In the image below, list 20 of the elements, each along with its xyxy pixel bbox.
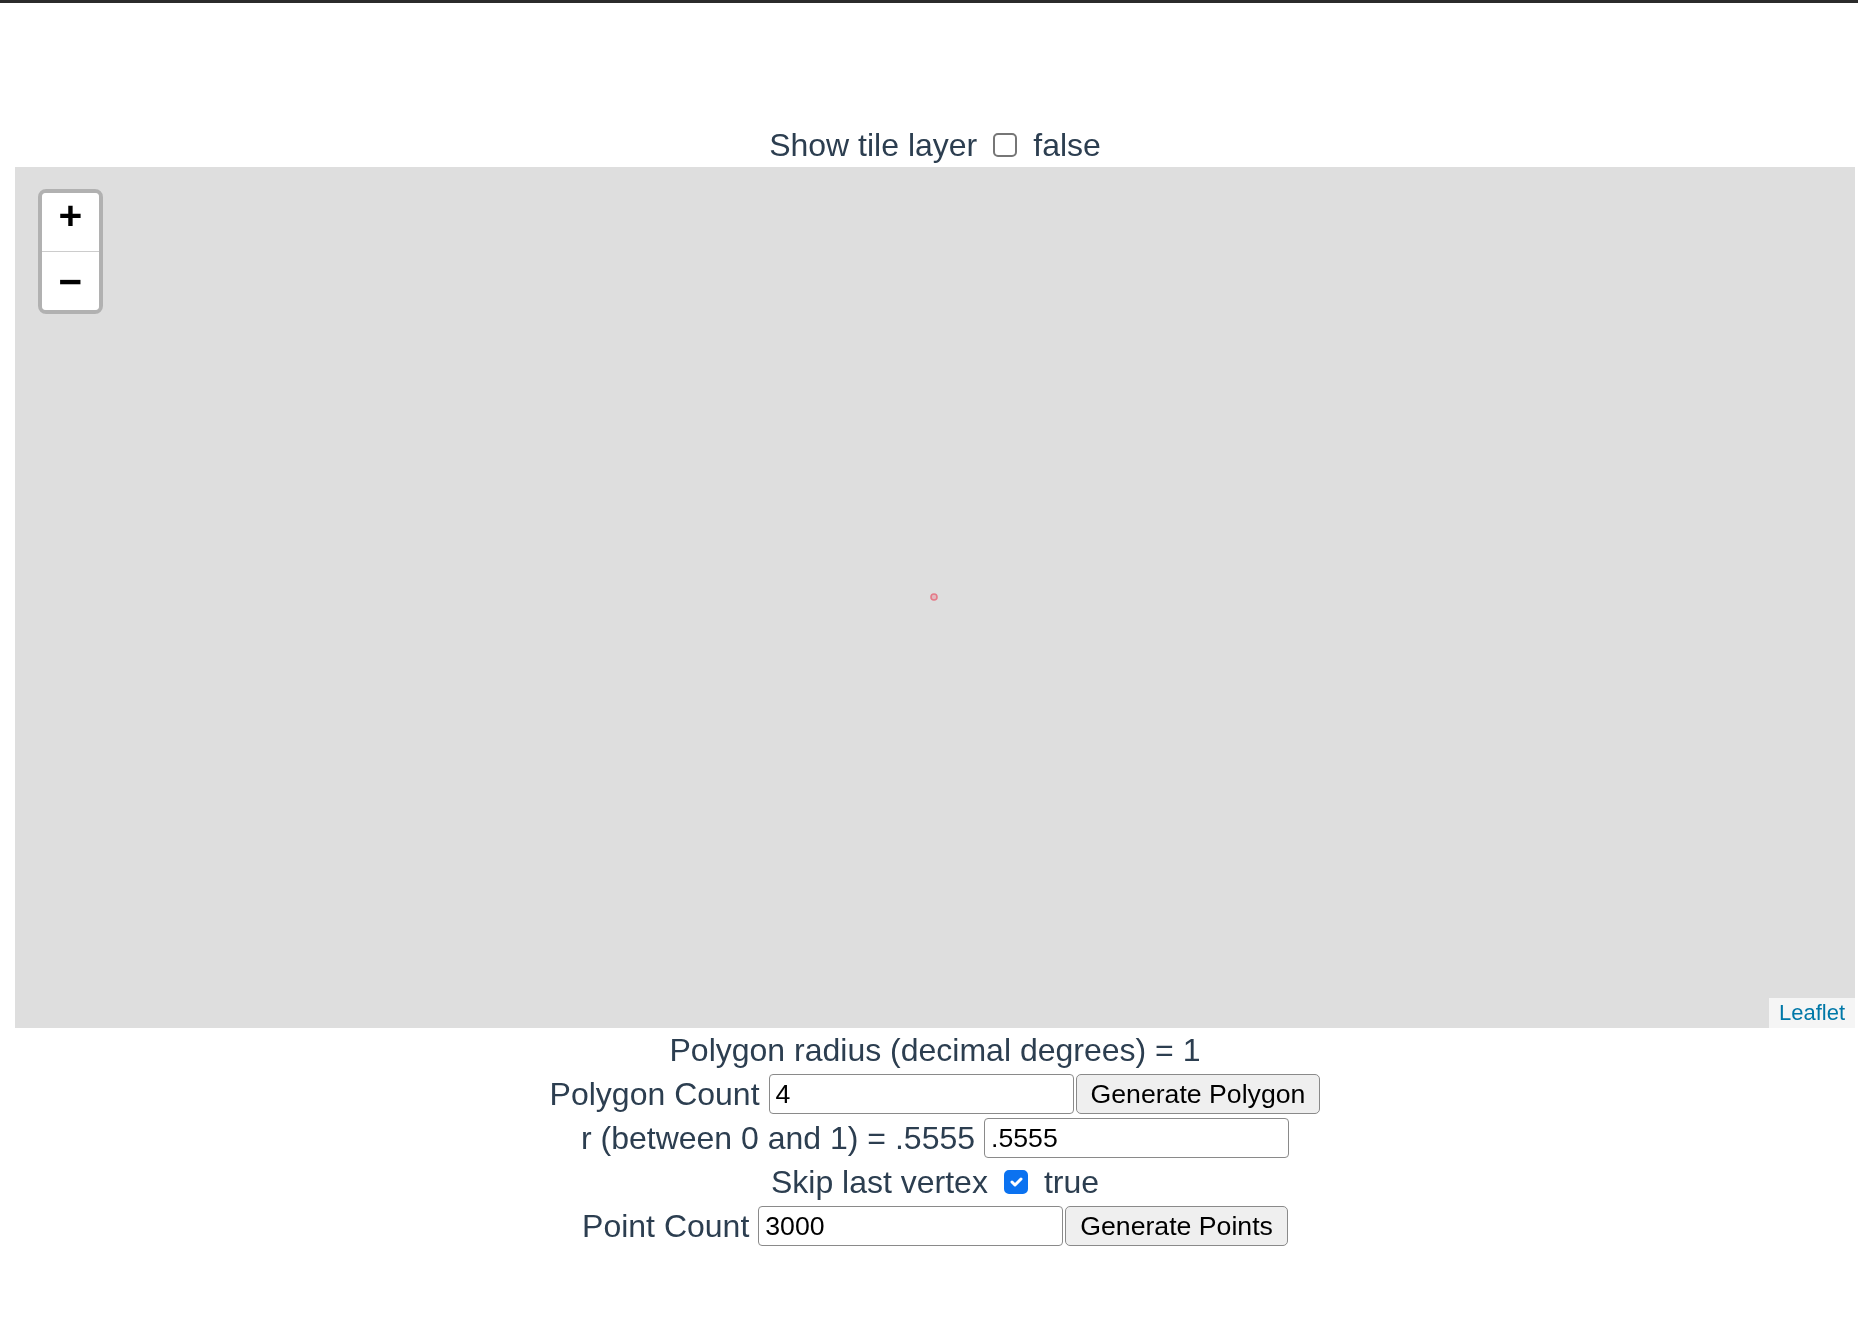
input-label: Point Count [582, 1207, 750, 1246]
checkbox-label: Skip last vertex [770, 1163, 988, 1202]
info-text: Polygon radius (decimal degrees) = 1 [669, 1031, 1201, 1070]
zoom-in-button[interactable]: + [42, 193, 99, 252]
map-canvas[interactable]: + − Leaflet [15, 167, 1855, 1028]
input-label: r (between 0 and 1) = .5555 [580, 1119, 975, 1158]
checkbox[interactable] [993, 133, 1018, 157]
zoom-out-button[interactable]: − [42, 252, 99, 310]
checkbox[interactable] [1003, 1170, 1028, 1194]
input-field[interactable]: 3000 [758, 1206, 1064, 1246]
dot-icon [930, 593, 938, 601]
action-button[interactable]: Generate Points [1065, 1206, 1288, 1246]
action-button[interactable]: Generate Polygon [1075, 1074, 1321, 1114]
input-field[interactable]: .5555 [984, 1118, 1289, 1158]
checkbox-value-text: false [1033, 126, 1101, 165]
checkbox-value-text: true [1043, 1163, 1100, 1202]
input-label: Polygon Count [549, 1075, 760, 1114]
checkbox-label: Show tile layer [769, 126, 978, 165]
input-field[interactable]: 4 [768, 1074, 1074, 1114]
attribution-link[interactable]: Leaflet [1768, 998, 1855, 1028]
